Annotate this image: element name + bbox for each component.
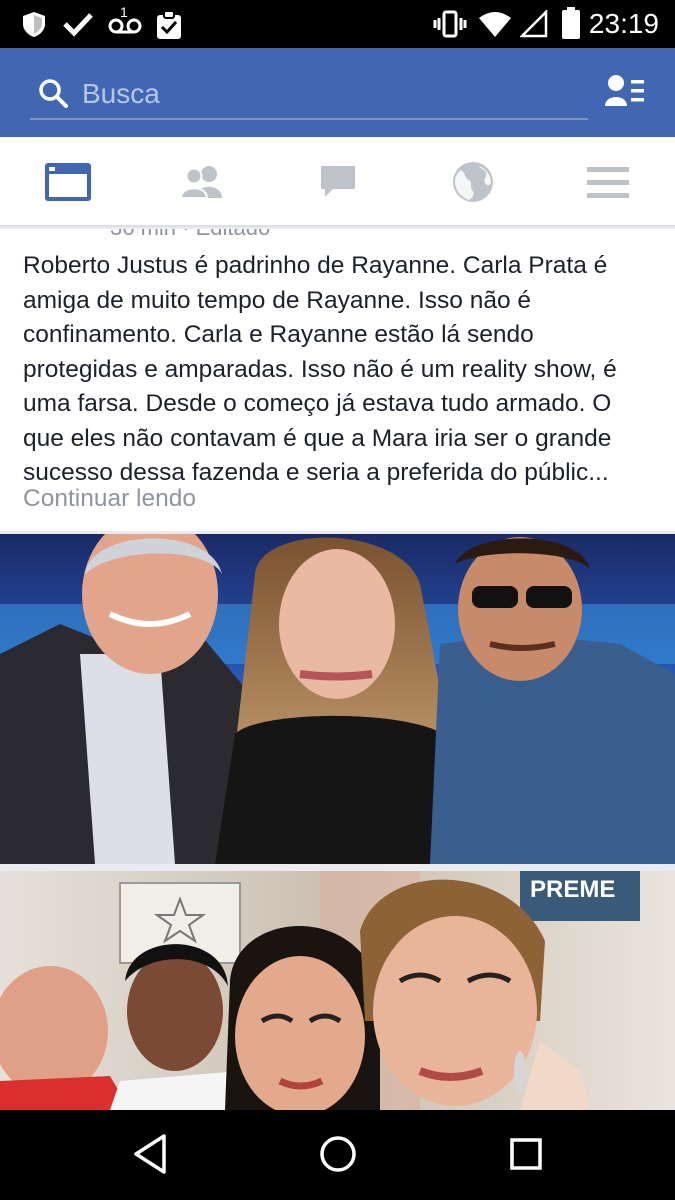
status-bar: 1 23:19 [0, 0, 675, 48]
menu-icon [586, 167, 629, 198]
continue-reading-link[interactable]: Continuar lendo [23, 485, 196, 513]
clipboard-check-icon [157, 10, 181, 39]
voicemail-icon: 1 [108, 4, 142, 38]
tab-news-feed[interactable] [0, 137, 135, 227]
tab-messages[interactable] [270, 137, 405, 227]
photo-three-people [0, 534, 675, 864]
tab-globe[interactable] [405, 137, 540, 227]
tab-menu[interactable] [540, 137, 675, 227]
photo-group-selfie: PREME [0, 871, 675, 1110]
news-feed-icon [44, 163, 91, 201]
battery-icon [562, 7, 580, 39]
signal-icon [520, 10, 548, 38]
home-icon[interactable] [316, 1132, 360, 1176]
friends-icon [179, 166, 222, 199]
voicemail-count: 1 [120, 4, 128, 20]
android-nav-bar [0, 1110, 675, 1200]
friend-requests-icon[interactable] [605, 74, 645, 108]
post-photo-1[interactable] [0, 534, 675, 864]
messages-icon [320, 166, 355, 197]
search-header [0, 48, 675, 137]
tab-friends[interactable] [135, 137, 270, 227]
post-meta: 36 min · Editado [110, 229, 270, 241]
wifi-icon [479, 12, 511, 37]
photo-sign-text: PREME [530, 876, 615, 903]
recents-icon[interactable] [506, 1132, 546, 1176]
search-icon[interactable] [38, 78, 68, 108]
shield-icon [23, 12, 45, 37]
tab-bar [0, 137, 675, 227]
post-card: 36 min · Editado Roberto Justus é padrin… [0, 229, 675, 531]
status-time: 23:19 [588, 8, 659, 39]
post-photo-2[interactable]: PREME [0, 871, 675, 1110]
check-icon [63, 13, 93, 37]
search-input[interactable] [82, 74, 562, 114]
back-icon[interactable] [130, 1132, 170, 1176]
vibrate-icon [433, 10, 467, 38]
search-box[interactable] [30, 70, 588, 120]
globe-icon [452, 162, 493, 202]
post-text: Roberto Justus é padrinho de Rayanne. Ca… [23, 252, 617, 486]
